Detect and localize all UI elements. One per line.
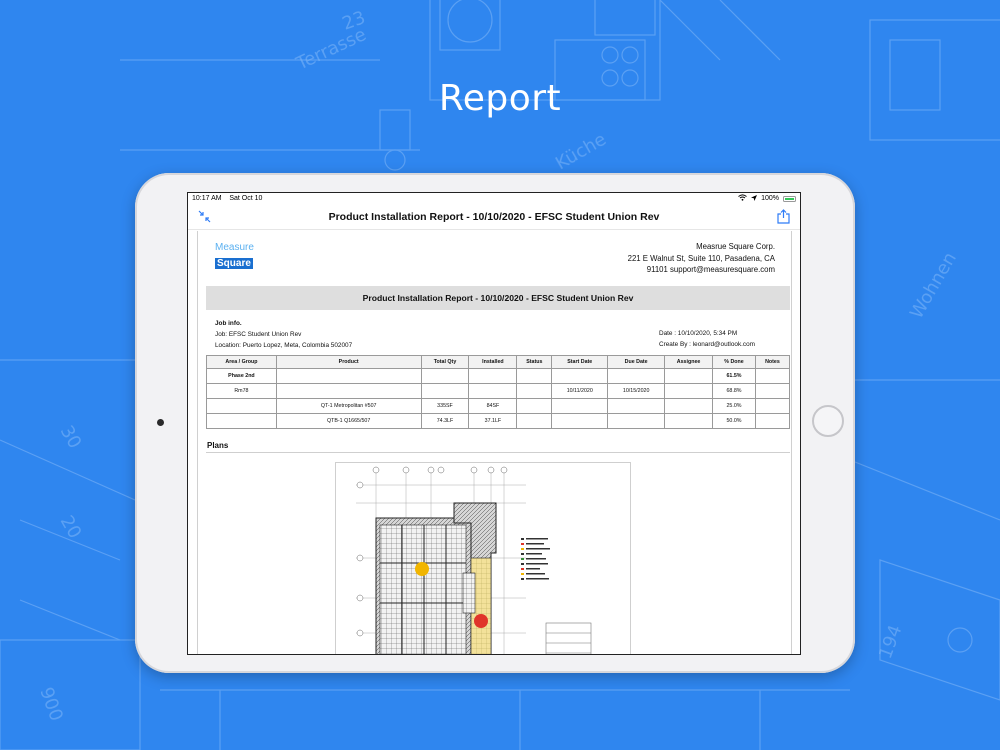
table-cell: 68.8%: [712, 383, 756, 399]
hero-title: Report: [438, 78, 562, 119]
svg-text:20: 20: [56, 512, 86, 542]
app-screen: 10:17 AM Sat Oct 10 100% Product Install…: [187, 192, 801, 655]
company-logo: Measure Square: [215, 242, 265, 271]
svg-text:900: 900: [35, 685, 66, 724]
table-cell: [468, 383, 518, 399]
table-cell: [664, 368, 714, 384]
column-header: Status: [516, 355, 553, 369]
company-contact: 91101 support@measuresquare.com: [646, 265, 775, 274]
svg-text:Wohnen: Wohnen: [906, 249, 961, 323]
table-cell: 84SF: [468, 398, 518, 414]
navigation-bar: Product Installation Report - 10/10/2020…: [188, 204, 800, 230]
plans-title: Plans: [207, 441, 229, 450]
column-header: Notes: [754, 355, 791, 369]
table-cell: [551, 368, 609, 384]
table-cell: [516, 413, 553, 429]
table-cell: [206, 398, 277, 414]
nav-title: Product Installation Report - 10/10/2020…: [328, 210, 660, 223]
table-cell: QT-1 Metropolitan #507: [275, 398, 422, 414]
report-title-banner: Product Installation Report - 10/10/2020…: [206, 286, 790, 310]
table-cell: [551, 413, 609, 429]
company-info: Measrue Square Corp. 221 E Walnut St, Su…: [628, 241, 775, 276]
table-cell: [516, 368, 553, 384]
table-cell: 50.0%: [712, 413, 756, 429]
wifi-icon: [738, 194, 747, 203]
table-cell: 25.0%: [712, 398, 756, 414]
table-row: QT-1 Metropolitan #507 335SF 84SF 25.0%: [206, 398, 791, 414]
table-cell: [275, 368, 422, 384]
table-cell: [468, 368, 518, 384]
table-cell: 10/11/2020: [551, 383, 609, 399]
table-cell: [754, 398, 791, 414]
table-cell: 74.3LF: [420, 413, 470, 429]
table-cell: [607, 413, 666, 429]
ipad-device-frame: 10:17 AM Sat Oct 10 100% Product Install…: [135, 173, 855, 673]
status-date: Sat Oct 10: [229, 195, 263, 202]
column-header: Total Qty: [420, 355, 470, 369]
job-info-header: Job info.: [215, 320, 242, 327]
table-cell: 37.1LF: [468, 413, 518, 429]
table-header-row: Area / Group Product Total Qty Installed…: [206, 355, 791, 369]
installation-table: Area / Group Product Total Qty Installed…: [206, 355, 791, 429]
column-header: Installed: [468, 355, 518, 369]
table-cell: QTB-1 Q1665/507: [275, 413, 422, 429]
table-cell: [664, 398, 714, 414]
home-button[interactable]: [812, 405, 844, 437]
svg-text:30: 30: [56, 422, 86, 452]
table-cell: [516, 398, 553, 414]
job-location: Location: Puerto Lopez, Meta, Colombia 5…: [215, 342, 353, 349]
svg-text:Terrasse: Terrasse: [292, 24, 369, 75]
location-arrow-icon: [751, 194, 758, 203]
table-cell: [516, 383, 553, 399]
status-bar: 10:17 AM Sat Oct 10 100%: [188, 193, 800, 204]
table-cell: [275, 383, 422, 399]
table-cell: [754, 368, 791, 384]
table-cell: [420, 368, 470, 384]
table-cell: 10/15/2020: [607, 383, 666, 399]
battery-percent: 100%: [761, 195, 779, 202]
table-row: QTB-1 Q1665/507 74.3LF 37.1LF 50.0%: [206, 413, 791, 429]
table-row: Rm78 10/11/2020 10/15/2020 68.8%: [206, 383, 791, 399]
column-header: Due Date: [607, 355, 666, 369]
column-header: Product: [275, 355, 422, 369]
plans-divider: [206, 452, 790, 453]
front-camera: [157, 419, 164, 426]
column-header: Start Date: [551, 355, 609, 369]
collapse-arrows-icon[interactable]: [198, 210, 211, 226]
table-cell: [664, 383, 714, 399]
table-cell: [607, 398, 666, 414]
table-cell: [754, 383, 791, 399]
svg-text:23: 23: [340, 7, 369, 35]
battery-icon: [783, 195, 796, 202]
table-cell: [664, 413, 714, 429]
column-header: Area / Group: [206, 355, 277, 369]
floor-plan-image: [335, 462, 631, 654]
table-cell: [420, 383, 470, 399]
table-row: Phase 2nd 61.5%: [206, 368, 791, 384]
job-info: Job info. Job: EFSC Student Union Rev Lo…: [215, 318, 352, 351]
job-created-by: Create By : leonard@outlook.com: [658, 341, 755, 348]
table-cell: Rm78: [206, 383, 277, 399]
column-header: % Done: [712, 355, 756, 369]
table-cell: 335SF: [420, 398, 470, 414]
company-address: 221 E Walnut St, Suite 110, Pasadena, CA: [627, 253, 775, 263]
company-name: Measrue Square Corp.: [696, 242, 775, 251]
job-meta: Date : 10/10/2020, 5:34 PM Create By : l…: [659, 328, 755, 350]
logo-text-measure: Measure: [215, 242, 254, 253]
table-cell: Phase 2nd: [206, 368, 277, 384]
table-cell: [551, 398, 609, 414]
table-cell: [754, 413, 791, 429]
table-cell: [607, 368, 666, 384]
share-icon[interactable]: [777, 209, 790, 229]
job-date: Date : 10/10/2020, 5:34 PM: [658, 330, 738, 337]
svg-text:Küche: Küche: [552, 129, 610, 175]
logo-text-square: Square: [215, 258, 253, 269]
table-cell: [206, 413, 277, 429]
status-time: 10:17 AM: [192, 195, 222, 202]
report-document: Measure Square Measrue Square Corp. 221 …: [197, 231, 792, 654]
job-name: Job: EFSC Student Union Rev: [215, 331, 302, 338]
table-cell: 61.5%: [712, 368, 756, 384]
column-header: Assignee: [664, 355, 714, 369]
